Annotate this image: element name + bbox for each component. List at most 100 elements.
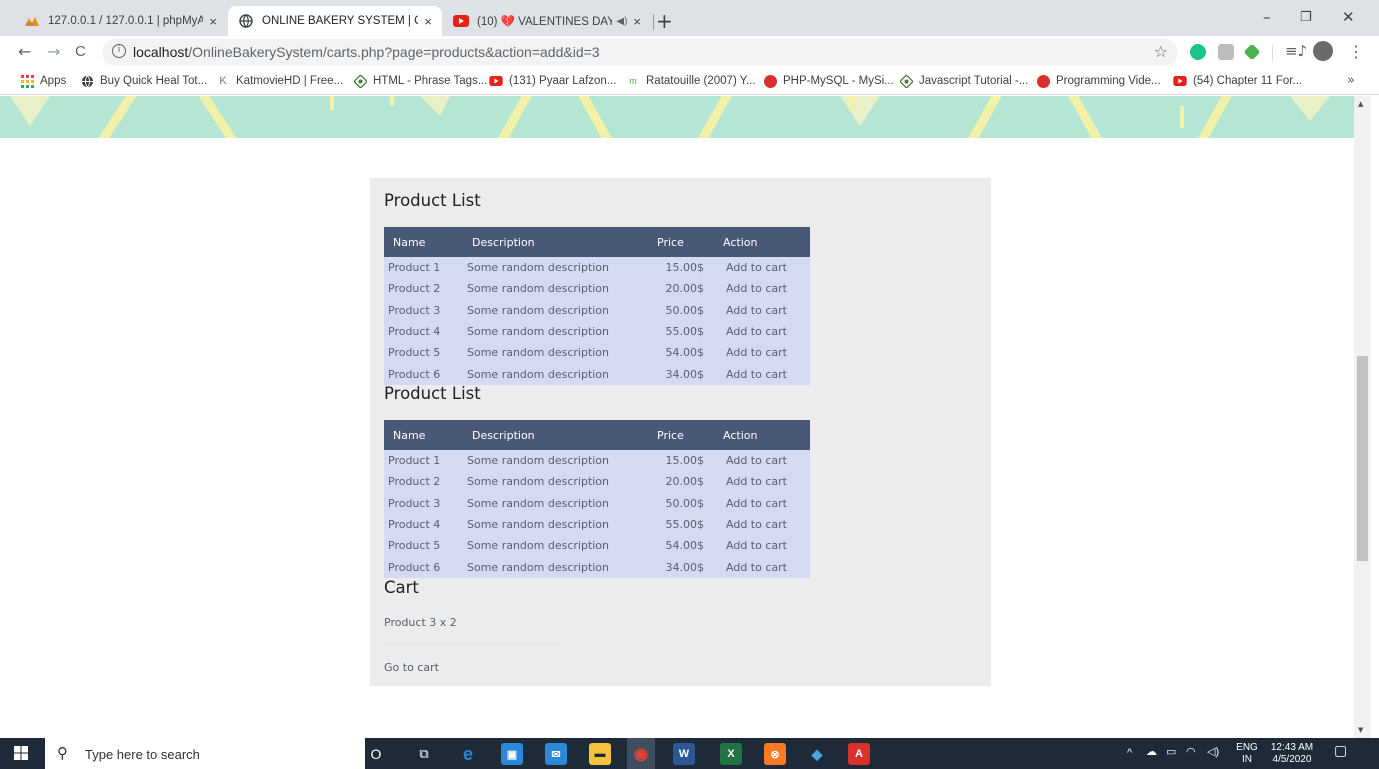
- store-icon[interactable]: ▣: [501, 743, 523, 765]
- scroll-up-icon[interactable]: ▲: [1358, 100, 1363, 108]
- table-row: Product 3 Some random description 50.00$ Ad…: [384, 299, 810, 321]
- bookmark-label: Javascript Tutorial -...: [919, 75, 1029, 87]
- tab-online-bakery-cart[interactable]: ONLINE BAKERY SYSTEM | CART ×: [228, 6, 442, 36]
- add-to-cart-link[interactable]: Add to cart: [714, 342, 810, 364]
- divider: [384, 643, 560, 644]
- tab-close-button[interactable]: ×: [424, 14, 432, 29]
- add-to-cart-link[interactable]: Add to cart: [714, 363, 810, 385]
- tab-phpmyadmin[interactable]: PMA 127.0.0.1 / 127.0.0.1 | phpMyAdm ×: [14, 6, 227, 36]
- bookmark-item[interactable]: PHP-MySQL - MySi...: [763, 74, 894, 88]
- bookmark-item[interactable]: (131) Pyaar Lafzon...: [489, 74, 616, 88]
- product-description: Some random description: [463, 278, 648, 300]
- extension-icon[interactable]: [1243, 43, 1261, 61]
- bookmark-item[interactable]: m Ratatouille (2007) Y...: [626, 74, 755, 88]
- bookmark-item[interactable]: Buy Quick Heal Tot...: [80, 74, 207, 88]
- tab-close-button[interactable]: ×: [209, 14, 217, 29]
- grammarly-icon[interactable]: [1190, 44, 1206, 60]
- product-name: Product 2: [384, 471, 463, 493]
- globe-icon: [238, 13, 254, 29]
- bookmark-star-icon[interactable]: ☆: [1154, 42, 1168, 61]
- add-to-cart-link[interactable]: Add to cart: [714, 450, 810, 472]
- column-header: Description: [463, 227, 648, 257]
- extension-icon[interactable]: [1218, 44, 1234, 60]
- table-row: Product 5 Some random description 54.00$ Ad…: [384, 342, 810, 364]
- window-edge: [1371, 96, 1379, 738]
- back-button[interactable]: ←: [18, 42, 31, 61]
- notifications-icon[interactable]: ▢: [1334, 743, 1347, 769]
- add-to-cart-link[interactable]: Add to cart: [714, 471, 810, 493]
- chrome-icon[interactable]: ◉: [627, 738, 655, 769]
- task-view-icon[interactable]: ⧉: [413, 743, 435, 765]
- product-name: Product 5: [384, 342, 463, 364]
- table-header-row: Name Description Price Action: [384, 420, 810, 450]
- product-description: Some random description: [463, 450, 648, 472]
- column-header: Name: [384, 227, 463, 257]
- go-to-cart-link[interactable]: Go to cart: [384, 661, 439, 674]
- new-tab-button[interactable]: +: [656, 9, 673, 33]
- tab-title: ONLINE BAKERY SYSTEM | CART: [262, 15, 419, 27]
- excel-icon[interactable]: X: [720, 743, 742, 765]
- add-to-cart-link[interactable]: Add to cart: [714, 278, 810, 300]
- media-control-icon[interactable]: ≡♪: [1285, 42, 1307, 60]
- browser-toolbar: ← → C i localhost/OnlineBakerySystem/car…: [0, 36, 1379, 69]
- cortana-icon[interactable]: O: [365, 743, 387, 765]
- xampp-icon[interactable]: ⊗: [764, 743, 786, 765]
- volume-icon[interactable]: ◁): [1207, 746, 1219, 769]
- mail-icon[interactable]: ✉: [545, 743, 567, 765]
- add-to-cart-link[interactable]: Add to cart: [714, 320, 810, 343]
- add-to-cart-link[interactable]: Add to cart: [714, 257, 810, 279]
- notes-icon[interactable]: ◆: [806, 743, 828, 765]
- avatar[interactable]: [1313, 41, 1333, 61]
- reload-button[interactable]: C: [75, 43, 86, 60]
- globe-icon: [80, 74, 94, 88]
- edge-icon[interactable]: e: [457, 743, 479, 765]
- file-explorer-icon[interactable]: ▬: [589, 743, 611, 765]
- bookmark-item[interactable]: K KatmovieHD | Free...: [216, 74, 343, 88]
- column-header: Action: [714, 227, 810, 257]
- bookmark-item[interactable]: Javascript Tutorial -...: [899, 74, 1028, 88]
- clock[interactable]: 12:43 AM 4/5/2020: [1265, 742, 1319, 769]
- add-to-cart-link[interactable]: Add to cart: [714, 299, 810, 321]
- add-to-cart-link[interactable]: Add to cart: [714, 556, 810, 578]
- column-header: Action: [714, 420, 810, 450]
- bookmarks-bar: Apps Buy Quick Heal Tot... K KatmovieHD …: [0, 69, 1379, 95]
- tab-close-button[interactable]: ×: [633, 14, 641, 29]
- word-icon[interactable]: W: [673, 743, 695, 765]
- acrobat-icon[interactable]: A: [848, 743, 870, 765]
- maximize-button[interactable]: ❐: [1300, 10, 1312, 25]
- url-text[interactable]: localhost/OnlineBakerySystem/carts.php?p…: [133, 44, 600, 60]
- vertical-scrollbar[interactable]: ▲ ▼: [1354, 96, 1371, 738]
- wifi-icon[interactable]: ◠: [1186, 746, 1196, 769]
- bookmarks-overflow-button[interactable]: »: [1347, 73, 1355, 88]
- taskbar-search-box[interactable]: ⚲ Type here to search: [45, 738, 365, 769]
- bookmark-item[interactable]: Apps: [20, 74, 66, 88]
- minimize-button[interactable]: –: [1263, 8, 1271, 26]
- cart-heading: Cart: [384, 578, 419, 597]
- forward-button[interactable]: →: [47, 42, 60, 61]
- add-to-cart-link[interactable]: Add to cart: [714, 492, 810, 514]
- bookmark-item[interactable]: (54) Chapter 11 For...: [1173, 74, 1302, 88]
- bookmark-item[interactable]: HTML - Phrase Tags...: [353, 74, 487, 88]
- add-to-cart-link[interactable]: Add to cart: [714, 535, 810, 557]
- add-to-cart-link[interactable]: Add to cart: [714, 513, 810, 536]
- audio-icon[interactable]: ◀): [616, 16, 627, 27]
- section-heading: Product List: [384, 191, 481, 210]
- close-window-button[interactable]: ✕: [1342, 8, 1355, 26]
- main-panel: Product List Name Description Price Acti…: [370, 178, 991, 686]
- windows-start-icon[interactable]: [14, 746, 28, 760]
- address-bar[interactable]: i localhost/OnlineBakerySystem/carts.php…: [102, 39, 1178, 66]
- cloud-icon[interactable]: ☁: [1146, 746, 1157, 769]
- scrollbar-thumb[interactable]: [1357, 356, 1368, 561]
- language-indicator[interactable]: ENG IN: [1234, 742, 1260, 769]
- tab-separator: [653, 14, 654, 30]
- chevron-up-icon[interactable]: ^: [1127, 747, 1132, 769]
- bookmark-item[interactable]: Programming Vide...: [1036, 74, 1161, 88]
- battery-icon[interactable]: ▭: [1166, 746, 1176, 769]
- product-price: 54.00$: [648, 535, 714, 557]
- banner-pattern: [10, 96, 1330, 138]
- menu-icon[interactable]: ⋮: [1348, 42, 1364, 61]
- scroll-down-icon[interactable]: ▼: [1358, 726, 1363, 734]
- tab-youtube-valentines[interactable]: (10) 💔 VALENTINES DAY SP ◀) ×: [443, 6, 651, 36]
- tab-strip: PMA 127.0.0.1 / 127.0.0.1 | phpMyAdm × O…: [0, 0, 1379, 36]
- info-icon[interactable]: i: [112, 44, 126, 58]
